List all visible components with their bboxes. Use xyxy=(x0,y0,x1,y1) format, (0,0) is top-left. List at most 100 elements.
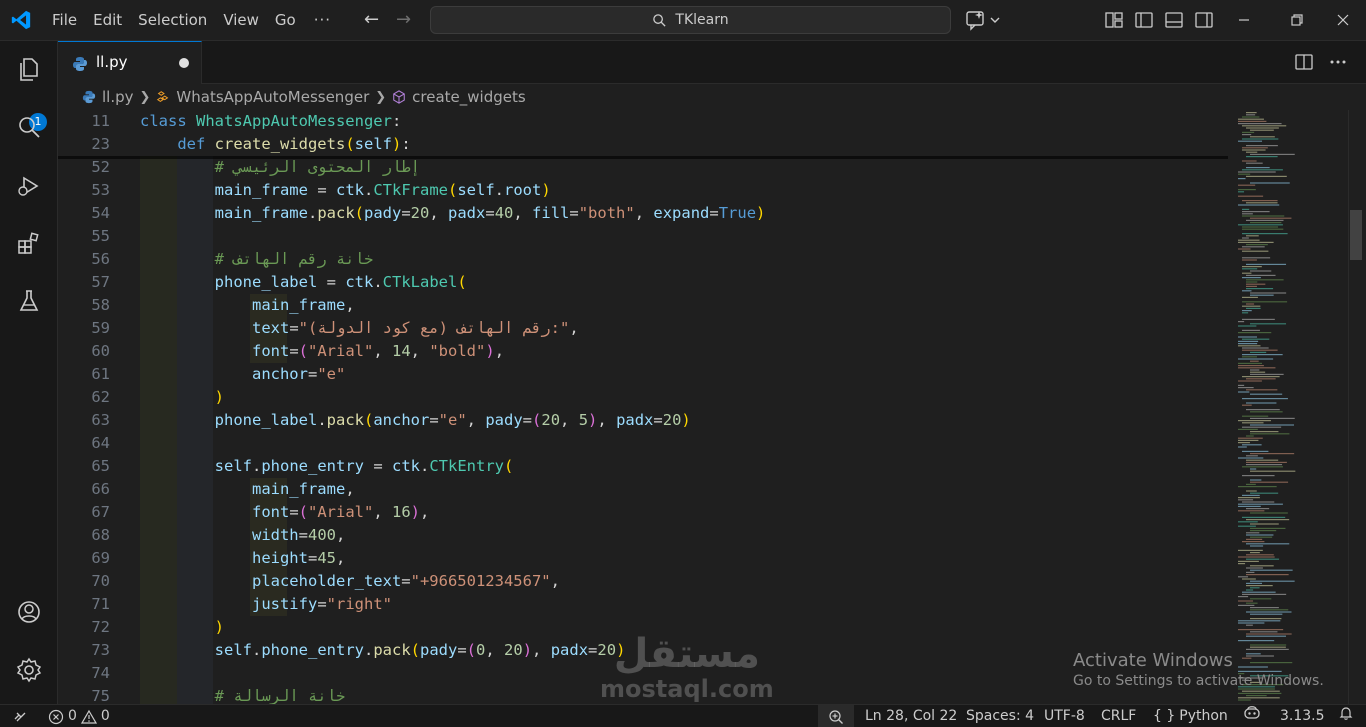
menu-view[interactable]: View xyxy=(215,0,267,41)
warning-count: 0 xyxy=(100,708,110,724)
accounts-icon[interactable] xyxy=(15,598,43,626)
code-line[interactable]: 69 height=45, xyxy=(58,547,1228,570)
settings-gear-icon[interactable] xyxy=(15,656,43,684)
code-line[interactable]: 55 xyxy=(58,225,1228,248)
zoom-indicator[interactable] xyxy=(818,705,854,727)
code-line[interactable]: 23 def create_widgets(self): xyxy=(58,133,1228,156)
explorer-files-icon[interactable] xyxy=(15,55,43,83)
minimap-line xyxy=(1250,479,1262,481)
remote-indicator[interactable] xyxy=(0,705,40,727)
vertical-scrollbar[interactable] xyxy=(1348,110,1362,704)
close-icon[interactable] xyxy=(1335,12,1351,28)
minimap-line xyxy=(1250,512,1288,514)
scrollbar-thumb[interactable] xyxy=(1350,210,1362,260)
code-line[interactable]: 68 width=400, xyxy=(58,524,1228,547)
code-text: phone_label.pack(anchor="e", pady=(20, 5… xyxy=(214,411,691,429)
minimap-line xyxy=(1238,457,1264,459)
minimap-line xyxy=(1242,246,1265,248)
eol-setting[interactable]: CRLF xyxy=(1101,705,1136,727)
menu-edit[interactable]: Edit xyxy=(85,0,130,41)
toggle-secondary-sidebar-icon[interactable] xyxy=(1194,10,1214,30)
code-line[interactable]: 57 phone_label = ctk.CTkLabel( xyxy=(58,271,1228,294)
split-editor-icon[interactable] xyxy=(1294,52,1314,72)
forward-arrow-icon[interactable]: → xyxy=(396,9,411,30)
code-line[interactable]: 53 main_frame = ctk.CTkFrame(self.root) xyxy=(58,179,1228,202)
code-line[interactable]: 59 text="رقم الهاتف (مع كود الدولة):", xyxy=(58,317,1228,340)
line-number: 62 xyxy=(91,388,110,406)
minimap-line xyxy=(1246,534,1274,536)
run-debug-icon[interactable] xyxy=(15,172,43,200)
unsaved-dot-icon[interactable] xyxy=(179,58,189,68)
minimap-line xyxy=(1246,279,1284,281)
breadcrumb-method[interactable]: create_widgets xyxy=(412,88,526,106)
command-center-search[interactable]: TKlearn xyxy=(430,6,951,34)
code-line[interactable]: 70 placeholder_text="+966501234567", xyxy=(58,570,1228,593)
minimap-line xyxy=(1238,365,1264,367)
minimap-line xyxy=(1238,629,1284,631)
code-line[interactable]: 63 phone_label.pack(anchor="e", pady=(20… xyxy=(58,409,1228,432)
extensions-icon[interactable] xyxy=(15,229,43,257)
menu-go[interactable]: Go xyxy=(267,0,304,41)
restore-icon[interactable] xyxy=(1289,12,1305,28)
encoding-setting[interactable]: UTF-8 xyxy=(1044,705,1085,727)
encoding-text: UTF-8 xyxy=(1044,708,1085,724)
warning-icon xyxy=(80,709,97,724)
menu-selection[interactable]: Selection xyxy=(130,0,215,41)
minimap-line xyxy=(1250,536,1273,538)
minimize-icon[interactable] xyxy=(1236,12,1252,28)
breadcrumb: ll.py ❯ WhatsAppAutoMessenger ❯ create_w… xyxy=(58,84,1366,110)
minimap-line xyxy=(1242,466,1283,468)
toggle-primary-sidebar-icon[interactable] xyxy=(1134,10,1154,30)
minimap-line xyxy=(1250,580,1295,582)
notifications[interactable] xyxy=(1338,705,1354,721)
minimap-line xyxy=(1238,195,1264,197)
code-line[interactable]: 60 font=("Arial", 14, "bold"), xyxy=(58,340,1228,363)
minimap-line xyxy=(1238,596,1249,598)
code-line[interactable]: 65 self.phone_entry = ctk.CTkEntry( xyxy=(58,455,1228,478)
minimap-line xyxy=(1246,483,1256,485)
menu-file[interactable]: File xyxy=(44,0,85,41)
minimap-line xyxy=(1246,409,1280,411)
breadcrumb-file[interactable]: ll.py xyxy=(102,88,134,106)
minimap-line xyxy=(1246,459,1279,461)
code-line[interactable]: 64 xyxy=(58,432,1228,455)
customize-layout-icon[interactable] xyxy=(1104,10,1124,30)
code-line[interactable]: 52 # إطار المحتوى الرئيسي xyxy=(58,156,1228,179)
code-text: font=("Arial", 14, "bold"), xyxy=(251,342,505,360)
code-line[interactable]: 71 justify="right" xyxy=(58,593,1228,616)
breadcrumb-class[interactable]: WhatsAppAutoMessenger xyxy=(176,88,369,106)
code-line[interactable]: 56 # خانة رقم الهاتف xyxy=(58,248,1228,271)
code-line[interactable]: 61 anchor="e" xyxy=(58,363,1228,386)
copilot-chat-icon[interactable] xyxy=(965,9,1005,31)
problems-indicator[interactable]: 0 0 xyxy=(48,705,110,727)
toggle-panel-icon[interactable] xyxy=(1164,10,1184,30)
code-line[interactable]: 62 ) xyxy=(58,386,1228,409)
back-arrow-icon[interactable]: ← xyxy=(364,9,379,30)
tab-ll-py[interactable]: ll.py xyxy=(58,41,202,84)
code-line[interactable]: 66 main_frame, xyxy=(58,478,1228,501)
minimap-line xyxy=(1246,378,1276,380)
copilot-status[interactable] xyxy=(1243,705,1261,721)
minimap-line xyxy=(1242,356,1257,358)
code-line[interactable]: 11 class WhatsAppAutoMessenger: xyxy=(58,110,1228,133)
indentation-setting[interactable]: Spaces: 4 xyxy=(966,705,1034,727)
minimap[interactable] xyxy=(1230,110,1340,704)
menu-more-button[interactable]: ··· xyxy=(304,0,341,41)
more-actions-icon[interactable] xyxy=(1328,52,1348,72)
code-text: def create_widgets(self): xyxy=(177,135,411,153)
search-sidebar-icon[interactable] xyxy=(15,113,43,141)
minimap-line xyxy=(1246,633,1292,635)
code-line[interactable]: 58 main_frame, xyxy=(58,294,1228,317)
testing-flask-icon[interactable] xyxy=(15,287,43,315)
minimap-line xyxy=(1238,362,1263,364)
tab-label: ll.py xyxy=(96,53,128,71)
code-line[interactable]: 67 font=("Arial", 16), xyxy=(58,501,1228,524)
python-version[interactable]: 3.13.5 xyxy=(1280,705,1325,727)
line-number: 23 xyxy=(91,135,110,153)
language-mode[interactable]: { } Python xyxy=(1153,705,1228,727)
code-editor[interactable]: 11 class WhatsAppAutoMessenger: 23 def cre… xyxy=(58,110,1366,704)
minimap-line xyxy=(1238,140,1263,142)
code-line[interactable]: 54 main_frame.pack(pady=20, padx=40, fil… xyxy=(58,202,1228,225)
minimap-line xyxy=(1246,435,1254,437)
cursor-position[interactable]: Ln 28, Col 22 xyxy=(865,705,957,727)
